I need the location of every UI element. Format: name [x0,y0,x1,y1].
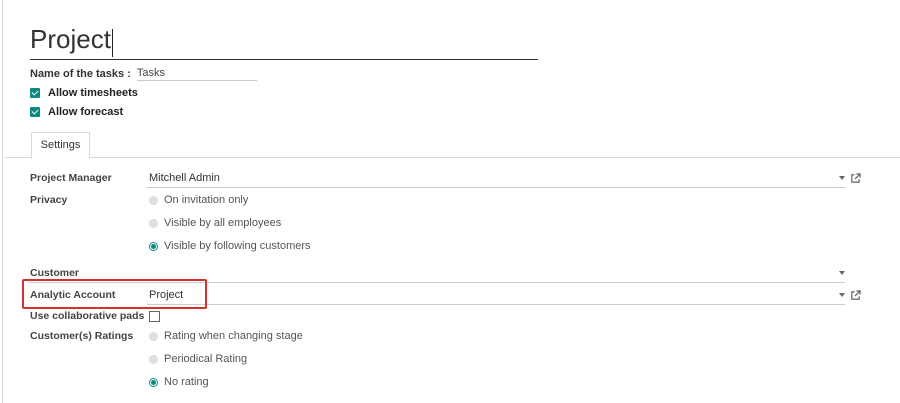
allow-forecast-row[interactable]: Allow forecast [30,105,123,119]
allow-timesheets-row[interactable]: Allow timesheets [30,86,138,100]
project-title-field[interactable]: Project [30,22,538,60]
annotation-highlight-box [22,279,207,309]
rating-option-label: Rating when changing stage [164,330,303,342]
rating-option-none[interactable]: No rating [149,375,209,389]
dropdown-arrow-icon[interactable] [839,293,845,297]
allow-timesheets-label: Allow timesheets [48,87,138,99]
radio-icon[interactable] [149,354,158,364]
privacy-label: Privacy [30,194,68,206]
dropdown-arrow-icon[interactable] [839,271,845,275]
form-sheet: Project Name of the tasks : Tasks Allow … [2,0,900,403]
tasks-name-label: Name of the tasks : [30,67,131,80]
tab-settings[interactable]: Settings [31,132,90,159]
analytic-account-select[interactable]: Project [147,287,845,305]
checkbox-checked-icon[interactable] [30,107,40,117]
external-link-icon[interactable] [850,173,861,184]
project-manager-label: Project Manager [30,172,112,184]
project-manager-value: Mitchell Admin [149,172,220,184]
privacy-option-customers[interactable]: Visible by following customers [149,239,311,253]
tasks-name-input[interactable]: Tasks [136,67,257,81]
radio-selected-icon[interactable] [149,241,158,251]
text-cursor [111,29,113,58]
project-manager-select[interactable]: Mitchell Admin [147,170,845,188]
tasks-name-row: Name of the tasks : Tasks [30,66,257,81]
notebook-tabs: Settings [5,132,900,159]
radio-selected-icon[interactable] [149,377,158,387]
rating-option-label: Periodical Rating [164,353,248,365]
privacy-option-label: Visible by following customers [164,240,311,252]
collab-pads-checkbox[interactable] [149,311,160,322]
rating-option-periodical[interactable]: Periodical Rating [149,352,247,366]
dropdown-arrow-icon[interactable] [839,176,845,180]
radio-icon[interactable] [149,331,158,341]
privacy-option-label: On invitation only [164,194,249,206]
ratings-label: Customer(s) Ratings [30,330,134,342]
radio-icon[interactable] [149,218,158,228]
allow-forecast-label: Allow forecast [48,106,124,118]
privacy-option-employees[interactable]: Visible by all employees [149,216,281,230]
project-title-text: Project [30,24,111,54]
collab-pads-label: Use collaborative pads [30,310,145,322]
privacy-option-invitation[interactable]: On invitation only [149,193,248,207]
rating-option-stage[interactable]: Rating when changing stage [149,329,303,343]
checkbox-checked-icon[interactable] [30,88,40,98]
rating-option-label: No rating [164,376,209,388]
external-link-icon[interactable] [850,290,861,301]
privacy-option-label: Visible by all employees [164,217,282,229]
radio-icon[interactable] [149,195,158,205]
